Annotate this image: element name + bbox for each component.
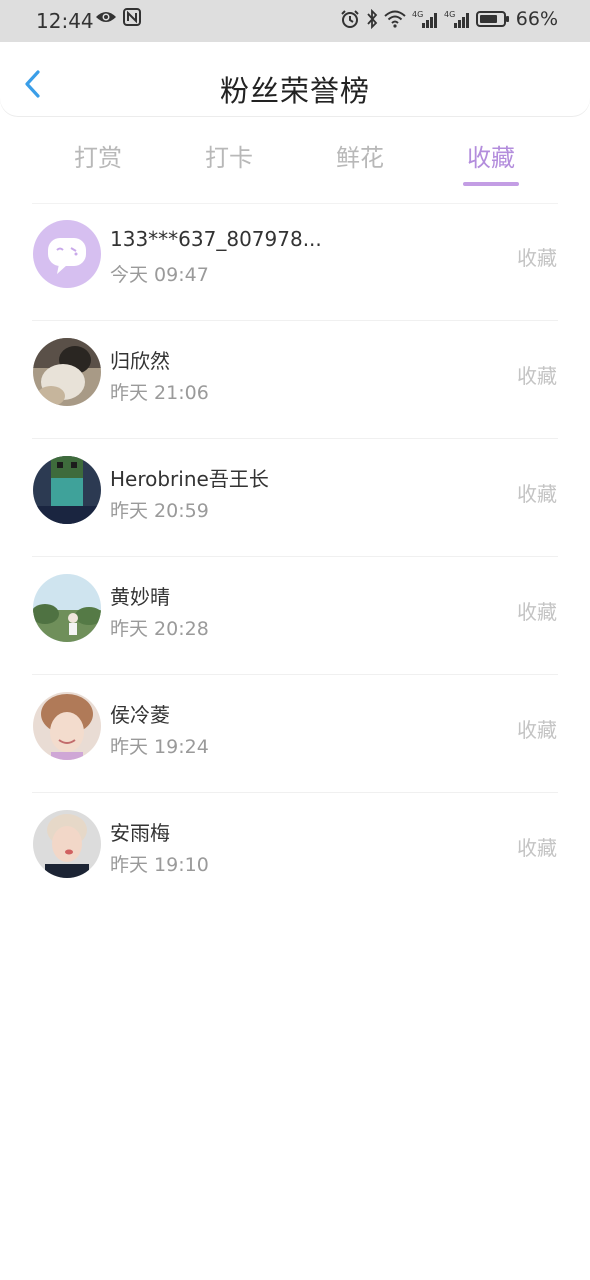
- svg-text:4G: 4G: [444, 10, 455, 19]
- action-label: 收藏: [517, 246, 557, 270]
- list-item[interactable]: 侯冷菱 昨天 19:24 收藏: [0, 675, 590, 793]
- user-name: 133***637_807978...: [110, 227, 322, 251]
- user-name: 归欣然: [110, 349, 170, 373]
- tab-reward[interactable]: 打赏: [58, 138, 138, 186]
- list-item[interactable]: 黄妙晴 昨天 20:28 收藏: [0, 557, 590, 675]
- user-name: 侯冷菱: [110, 703, 170, 727]
- action-label: 收藏: [517, 364, 557, 388]
- status-bar: 12:44 4G 4G 66%: [0, 0, 590, 42]
- action-label: 收藏: [517, 482, 557, 506]
- tab-flowers[interactable]: 鲜花: [320, 138, 400, 186]
- status-time: 12:44: [36, 9, 94, 33]
- avatar: [33, 574, 101, 642]
- nfc-icon: [123, 8, 141, 26]
- timestamp: 昨天 19:24: [110, 736, 209, 758]
- page-title: 粉丝荣誉榜: [219, 74, 370, 108]
- bluetooth-icon: [366, 9, 378, 29]
- eye-icon: [95, 9, 117, 25]
- list-item[interactable]: Herobrine吾王长 昨天 20:59 收藏: [0, 439, 590, 557]
- timestamp: 今天 09:47: [110, 264, 209, 286]
- action-label: 收藏: [517, 600, 557, 624]
- tab-label: 收藏: [467, 144, 515, 172]
- list-item[interactable]: 安雨梅 昨天 19:10 收藏: [0, 793, 590, 911]
- battery-icon: [475, 10, 510, 28]
- tab-favorites[interactable]: 收藏: [451, 138, 531, 186]
- user-name: 黄妙晴: [110, 585, 170, 609]
- alarm-icon: [340, 9, 360, 29]
- avatar: [33, 220, 101, 288]
- avatar: [33, 810, 101, 878]
- svg-text:4G: 4G: [412, 10, 423, 19]
- timestamp: 昨天 21:06: [110, 382, 209, 404]
- signal-4g-icon: 4G: [412, 9, 438, 29]
- avatar: [33, 338, 101, 406]
- app-header: 粉丝荣誉榜: [0, 42, 590, 116]
- timestamp: 昨天 20:59: [110, 500, 209, 522]
- list-item[interactable]: 归欣然 昨天 21:06 收藏: [0, 321, 590, 439]
- tab-label: 打卡: [205, 144, 253, 172]
- timestamp: 昨天 20:28: [110, 618, 209, 640]
- list-item[interactable]: 133***637_807978... 今天 09:47 收藏: [0, 203, 590, 321]
- avatar: [33, 692, 101, 760]
- wifi-icon: [384, 10, 406, 28]
- user-name: 安雨梅: [110, 821, 170, 845]
- tab-bar: 打赏 打卡 鲜花 收藏: [0, 132, 590, 192]
- signal-4g-icon: 4G: [444, 9, 470, 29]
- battery-percent: 66%: [515, 8, 558, 30]
- action-label: 收藏: [517, 718, 557, 742]
- tab-checkin[interactable]: 打卡: [189, 138, 269, 186]
- user-name: Herobrine吾王长: [110, 467, 269, 491]
- tab-label: 打赏: [74, 144, 122, 172]
- tab-label: 鲜花: [336, 144, 384, 172]
- chat-bubble-icon: [48, 238, 86, 274]
- active-tab-indicator: [463, 182, 519, 186]
- action-label: 收藏: [517, 836, 557, 860]
- timestamp: 昨天 19:10: [110, 854, 209, 876]
- avatar: [33, 456, 101, 524]
